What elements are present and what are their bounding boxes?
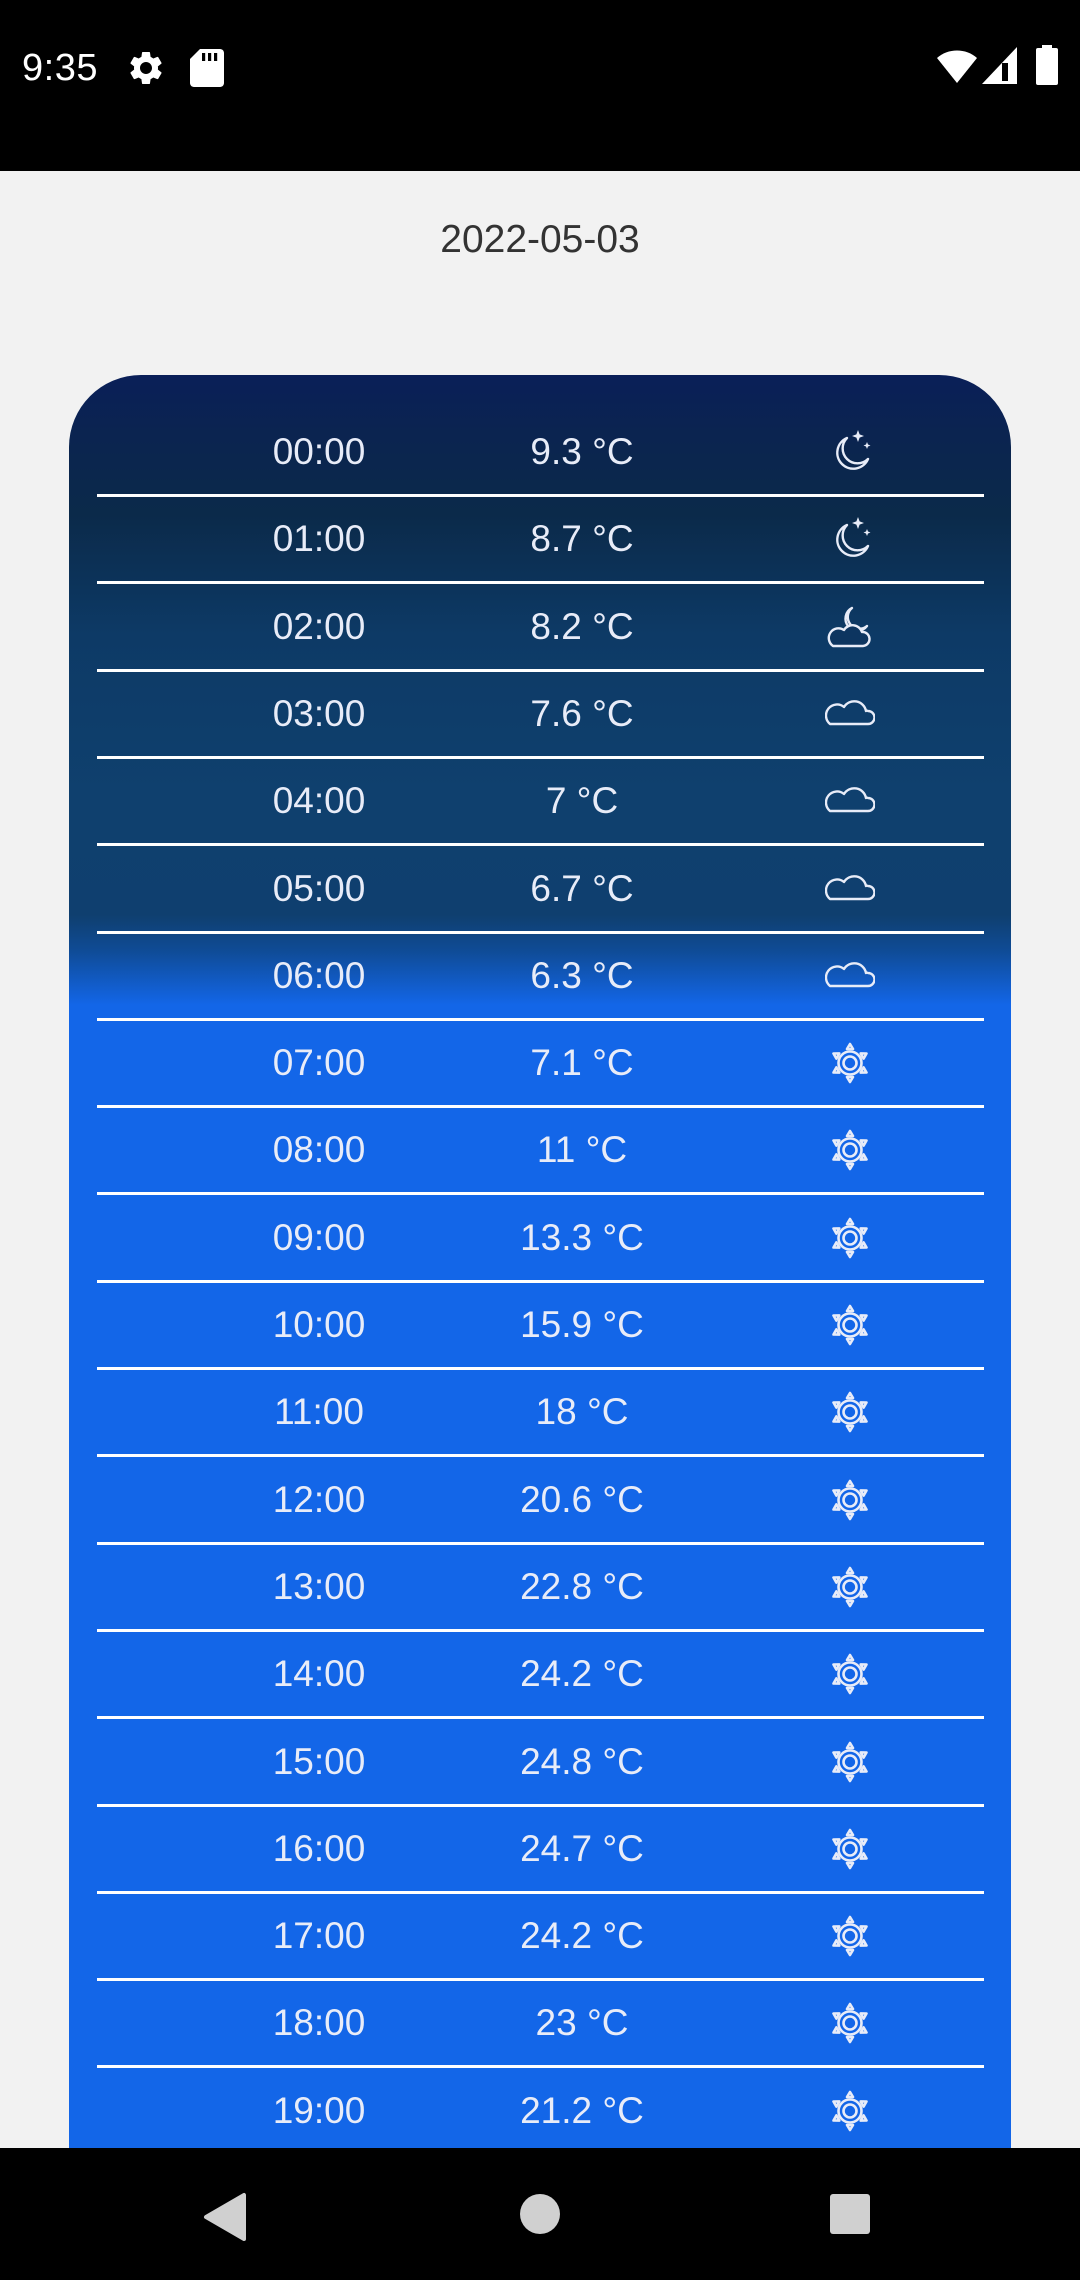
- sun-icon: [825, 1125, 875, 1175]
- sun-icon: [825, 1300, 875, 1350]
- hour-row: 17:00 24.2 °C: [69, 1892, 1011, 1979]
- sd-card-icon: [190, 49, 224, 87]
- battery-icon: [1036, 45, 1058, 85]
- hour-temperature: 11 °C: [536, 1129, 628, 1170]
- hour-temperature: 24.8 °C: [520, 1741, 644, 1782]
- hour-temperature: 6.7 °C: [530, 868, 634, 909]
- hour-temperature: 7.6 °C: [530, 693, 634, 734]
- recents-button[interactable]: [790, 2148, 910, 2280]
- hour-row: 19:00 21.2 °C: [69, 2067, 1011, 2150]
- hour-row: 04:00 7 °C: [69, 757, 1011, 844]
- hour-temperature: 24.2 °C: [520, 1653, 644, 1694]
- hourly-forecast-list[interactable]: 00:00 9.3 °C 01:00 8.7 °C 02:00 8.2 °C 03:00 7.…: [69, 375, 1011, 2150]
- hour-temperature: 9.3 °C: [530, 431, 634, 472]
- sun-icon: [825, 1911, 875, 1961]
- hour-temperature: 7.1 °C: [530, 1042, 634, 1083]
- hour-temperature: 6.3 °C: [530, 955, 634, 996]
- sun-icon: [825, 1998, 875, 2048]
- hour-row: 06:00 6.3 °C: [69, 932, 1011, 1019]
- settings-icon: [126, 48, 166, 88]
- status-bar: 9:35: [0, 0, 1080, 171]
- sun-icon: [825, 1213, 875, 1263]
- hour-temperature: 24.2 °C: [520, 1915, 644, 1956]
- wifi-icon: [936, 48, 978, 84]
- hour-row: 16:00 24.7 °C: [69, 1805, 1011, 1892]
- hour-row: 02:00 8.2 °C: [69, 583, 1011, 670]
- moon-stars-icon: [825, 514, 875, 564]
- back-icon: [204, 2193, 246, 2241]
- hour-row: 08:00 11 °C: [69, 1106, 1011, 1193]
- hour-row: 09:00 13.3 °C: [69, 1194, 1011, 1281]
- hour-row: 01:00 8.7 °C: [69, 495, 1011, 582]
- hour-temperature: 20.6 °C: [520, 1479, 644, 1520]
- sun-icon: [825, 1824, 875, 1874]
- hour-temperature: 22.8 °C: [520, 1566, 644, 1607]
- hour-row: 10:00 15.9 °C: [69, 1281, 1011, 1368]
- cellular-signal-icon: [982, 47, 1018, 85]
- hour-row: 05:00 6.7 °C: [69, 845, 1011, 932]
- hour-temperature: 18 °C: [535, 1391, 629, 1432]
- status-time: 9:35: [22, 47, 98, 89]
- cloud-icon: [825, 951, 875, 1001]
- hour-row: 15:00 24.8 °C: [69, 1718, 1011, 1805]
- hour-row: 00:00 9.3 °C: [69, 408, 1011, 495]
- hour-temperature: 7 °C: [545, 780, 619, 821]
- home-button[interactable]: [480, 2148, 600, 2280]
- cloud-icon: [825, 776, 875, 826]
- back-button[interactable]: [165, 2148, 285, 2280]
- hour-temperature: 24.7 °C: [520, 1828, 644, 1869]
- hour-temperature: 21.2 °C: [520, 2090, 644, 2131]
- recents-icon: [830, 2194, 870, 2234]
- sun-icon: [825, 1649, 875, 1699]
- sun-icon: [825, 2086, 875, 2136]
- hour-temperature: 15.9 °C: [520, 1304, 644, 1345]
- hour-temperature: 13.3 °C: [520, 1217, 644, 1258]
- home-icon: [520, 2194, 560, 2234]
- cloud-icon: [825, 864, 875, 914]
- sun-icon: [825, 1038, 875, 1088]
- hour-row: 12:00 20.6 °C: [69, 1456, 1011, 1543]
- hour-row: 13:00 22.8 °C: [69, 1543, 1011, 1630]
- sun-icon: [825, 1387, 875, 1437]
- sun-icon: [825, 1737, 875, 1787]
- hour-row: 11:00 18 °C: [69, 1368, 1011, 1455]
- cloud-icon: [825, 689, 875, 739]
- hour-temperature: 23 °C: [535, 2002, 629, 2043]
- hour-temperature: 8.7 °C: [530, 518, 634, 559]
- hour-row: 18:00 23 °C: [69, 1979, 1011, 2066]
- date-header: 2022-05-03: [440, 218, 640, 261]
- sun-icon: [825, 1562, 875, 1612]
- moon-stars-icon: [825, 427, 875, 477]
- cloud-moon-icon: [825, 602, 875, 652]
- navigation-bar: [0, 2148, 1080, 2280]
- hour-temperature: 8.2 °C: [530, 606, 634, 647]
- hour-row: 14:00 24.2 °C: [69, 1630, 1011, 1717]
- hour-row: 03:00 7.6 °C: [69, 670, 1011, 757]
- hour-row: 07:00 7.1 °C: [69, 1019, 1011, 1106]
- sun-icon: [825, 1475, 875, 1525]
